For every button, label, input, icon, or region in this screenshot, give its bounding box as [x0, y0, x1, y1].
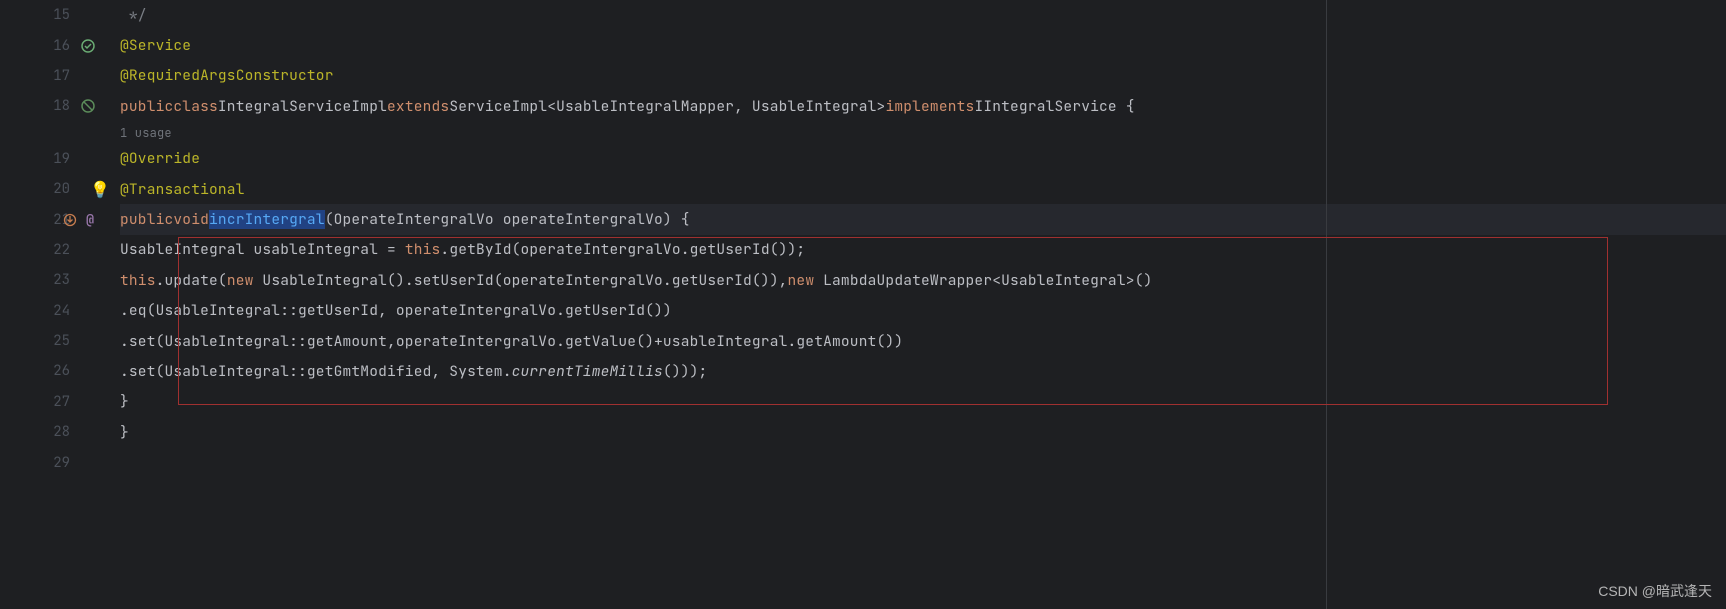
code-text: UsableIntegral usableIntegral = [120, 240, 405, 259]
brace: } [120, 392, 129, 411]
line-number: 20 [42, 180, 70, 198]
gutter-row: 15 [0, 0, 108, 30]
line-number: 23 [42, 271, 70, 289]
keyword: implements [885, 97, 974, 116]
comment-text: */ [120, 6, 147, 25]
gutter-row: 26 [0, 356, 108, 386]
code-text: .eq(UsableIntegral::getUserId, operateIn… [120, 301, 672, 320]
line-number: 24 [42, 302, 70, 320]
code-text: .getById(operateIntergralVo.getUserId())… [440, 240, 805, 259]
gutter-row: 29 [0, 447, 108, 477]
gutter-row: 28 [0, 417, 108, 447]
keyword: class [173, 97, 218, 116]
annotation: @Override [120, 149, 200, 168]
gutter-row: 27 [0, 387, 108, 417]
keyword: extends [387, 97, 449, 116]
keyword: void [173, 210, 209, 229]
line-number: 16 [42, 37, 70, 55]
params: (OperateIntergralVo operateIntergralVo) … [325, 210, 690, 229]
code-line[interactable]: .set(UsableIntegral::getGmtModified, Sys… [120, 356, 1726, 386]
code-text: .set(UsableIntegral::getGmtModified, Sys… [120, 362, 512, 381]
margin-line [1326, 0, 1327, 609]
code-text: ())); [663, 362, 708, 381]
line-number: 18 [42, 97, 70, 115]
code-line[interactable]: @RequiredArgsConstructor [120, 61, 1726, 91]
class-name: IntegralServiceImpl [218, 97, 387, 116]
code-text: .update( [156, 271, 227, 290]
hint-row-spacer [0, 122, 108, 144]
code-content[interactable]: */ @Service @RequiredArgsConstructor pub… [108, 0, 1726, 609]
code-line-active[interactable]: public void incrIntergral(OperateIntergr… [120, 204, 1726, 234]
code-line[interactable]: public class IntegralServiceImpl extends… [120, 91, 1726, 121]
keyword: this [405, 240, 441, 259]
method-override-icon[interactable] [62, 212, 78, 228]
code-line[interactable]: @Override [120, 144, 1726, 174]
watermark: CSDN @暗武逢天 [1598, 581, 1712, 601]
code-line[interactable] [120, 447, 1726, 477]
class-name: IIntegralService { [974, 97, 1134, 116]
annotation: @Service [120, 36, 191, 55]
code-line[interactable]: @Service [120, 30, 1726, 60]
gutter-row: 24 [0, 296, 108, 326]
code-line[interactable]: } [120, 387, 1726, 417]
keyword: new [788, 271, 815, 290]
code-line[interactable]: .eq(UsableIntegral::getUserId, operateIn… [120, 296, 1726, 326]
run-ok-icon[interactable] [80, 38, 96, 54]
gutter-row: 21 @ [0, 204, 108, 234]
code-editor[interactable]: 15 16 17 18 19 20 21 @ 22 23 24 25 26 [0, 0, 1726, 609]
annotation-icon[interactable]: @ [82, 212, 98, 228]
line-number: 15 [42, 6, 70, 24]
brace: } [120, 423, 129, 442]
method-name: incrIntergral [209, 210, 325, 229]
line-number: 28 [42, 423, 70, 441]
code-text: LambdaUpdateWrapper<UsableIntegral>() [814, 271, 1152, 290]
line-number: 22 [42, 241, 70, 259]
gutter-row: 16 [0, 30, 108, 60]
static-method: currentTimeMillis [512, 362, 663, 381]
annotation: @RequiredArgsConstructor [120, 66, 334, 85]
code-line[interactable]: .set(UsableIntegral::getAmount,operateIn… [120, 326, 1726, 356]
usage-hint-line[interactable]: 1 usage [120, 122, 1726, 144]
gutter-row: 22 [0, 235, 108, 265]
line-number: 27 [42, 393, 70, 411]
code-line[interactable]: this.update(new UsableIntegral().setUser… [120, 265, 1726, 295]
code-line[interactable]: } [120, 417, 1726, 447]
code-line[interactable]: */ [120, 0, 1726, 30]
line-number: 29 [42, 454, 70, 472]
code-text: .set(UsableIntegral::getAmount,operateIn… [120, 332, 903, 351]
gutter-row: 25 [0, 326, 108, 356]
gutter-row: 23 [0, 265, 108, 295]
keyword: public [120, 97, 173, 116]
class-name: ServiceImpl<UsableIntegralMapper, Usable… [449, 97, 885, 116]
keyword: new [227, 271, 254, 290]
line-number: 17 [42, 67, 70, 85]
gutter-row: 18 [0, 91, 108, 121]
gutter-row: 19 [0, 144, 108, 174]
line-number: 19 [42, 150, 70, 168]
code-text: UsableIntegral().setUserId(operateInterg… [254, 271, 788, 290]
class-override-icon[interactable] [80, 98, 96, 114]
gutter: 15 16 17 18 19 20 21 @ 22 23 24 25 26 [0, 0, 108, 609]
usage-hint[interactable]: 1 usage [120, 125, 172, 141]
code-line[interactable]: UsableIntegral usableIntegral = this.get… [120, 235, 1726, 265]
keyword: this [120, 271, 156, 290]
line-number: 25 [42, 332, 70, 350]
lightbulb-icon[interactable]: 💡 [90, 179, 110, 200]
keyword: public [120, 210, 173, 229]
annotation: @Transactional [120, 180, 245, 199]
gutter-row: 17 [0, 61, 108, 91]
code-line[interactable]: 💡 @Transactional [120, 174, 1726, 204]
line-number: 26 [42, 362, 70, 380]
